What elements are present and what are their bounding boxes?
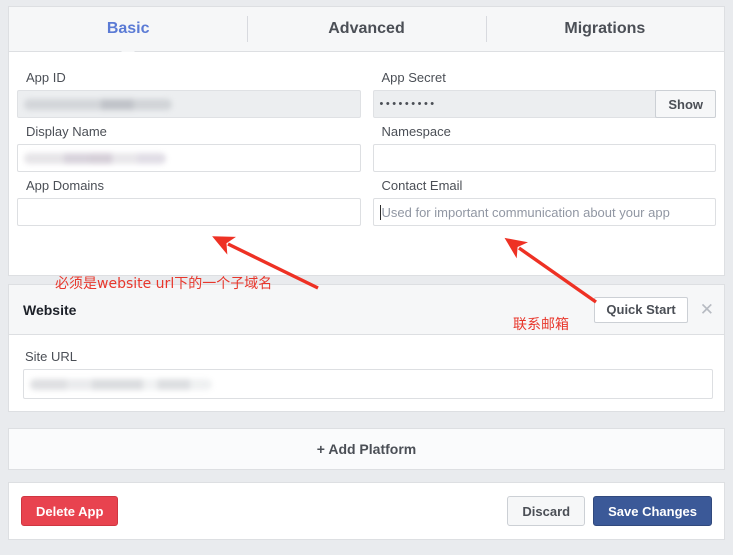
display-name-input[interactable] [17, 144, 361, 172]
app-domains-label: App Domains [26, 178, 105, 193]
namespace-group: Namespace [372, 118, 716, 172]
discard-button[interactable]: Discard [507, 496, 586, 526]
tab-advanced[interactable]: Advanced [247, 7, 485, 51]
tab-basic[interactable]: Basic [9, 7, 247, 58]
app-secret-label: App Secret [381, 70, 446, 85]
basic-settings-card: App ID App Secret ••••••••• Show Display… [8, 52, 725, 276]
form-row-2: Display Name Namespace [17, 118, 716, 172]
namespace-input[interactable] [372, 144, 716, 172]
app-id-group: App ID [17, 64, 361, 118]
website-platform-card: Website Quick Start ✕ Site URL [8, 284, 725, 412]
app-secret-input[interactable]: ••••••••• Show [372, 90, 716, 118]
contact-email-placeholder: Used for important communication about y… [381, 204, 670, 220]
add-platform-label: + Add Platform [316, 441, 417, 457]
site-url-label: Site URL [25, 349, 78, 364]
facebook-app-settings-page: Basic Advanced Migrations App ID App Sec… [0, 0, 733, 552]
tab-migrations[interactable]: Migrations [485, 7, 724, 51]
site-url-redacted-value [30, 378, 212, 390]
app-secret-group: App Secret ••••••••• Show [372, 64, 716, 118]
form-row-1: App ID App Secret ••••••••• Show [17, 64, 716, 118]
website-platform-title: Website [23, 301, 77, 318]
app-id-redacted-value [24, 98, 172, 110]
app-domains-group: App Domains [17, 172, 361, 226]
show-secret-button[interactable]: Show [655, 90, 716, 118]
app-id-input[interactable] [17, 90, 361, 118]
quick-start-button[interactable]: Quick Start [594, 296, 688, 323]
site-url-input[interactable] [23, 369, 713, 399]
display-name-group: Display Name [17, 118, 361, 172]
website-platform-body: Site URL [9, 335, 724, 399]
namespace-label: Namespace [381, 124, 451, 139]
form-row-3: App Domains Contact Email Used for impor… [17, 172, 716, 226]
text-cursor-icon [379, 204, 381, 220]
close-icon[interactable]: ✕ [700, 301, 714, 318]
settings-tab-bar: Basic Advanced Migrations [8, 6, 725, 58]
app-secret-masked-value: ••••••••• [379, 98, 437, 110]
tab-advanced-label: Advanced [328, 20, 405, 37]
website-platform-header: Website Quick Start ✕ [9, 285, 724, 335]
app-id-label: App ID [26, 70, 66, 85]
delete-app-button[interactable]: Delete App [21, 496, 119, 526]
tab-migrations-label: Migrations [564, 20, 646, 37]
contact-email-label: Contact Email [381, 178, 463, 193]
settings-footer-bar: Delete App Discard Save Changes [8, 482, 725, 540]
contact-email-input[interactable]: Used for important communication about y… [372, 198, 716, 226]
app-domains-input[interactable] [17, 198, 361, 226]
display-name-label: Display Name [26, 124, 107, 139]
display-name-redacted-value [24, 152, 166, 164]
save-changes-button[interactable]: Save Changes [593, 496, 712, 526]
contact-email-group: Contact Email Used for important communi… [372, 172, 716, 226]
tab-basic-label: Basic [106, 20, 150, 37]
add-platform-button[interactable]: + Add Platform [8, 428, 725, 470]
